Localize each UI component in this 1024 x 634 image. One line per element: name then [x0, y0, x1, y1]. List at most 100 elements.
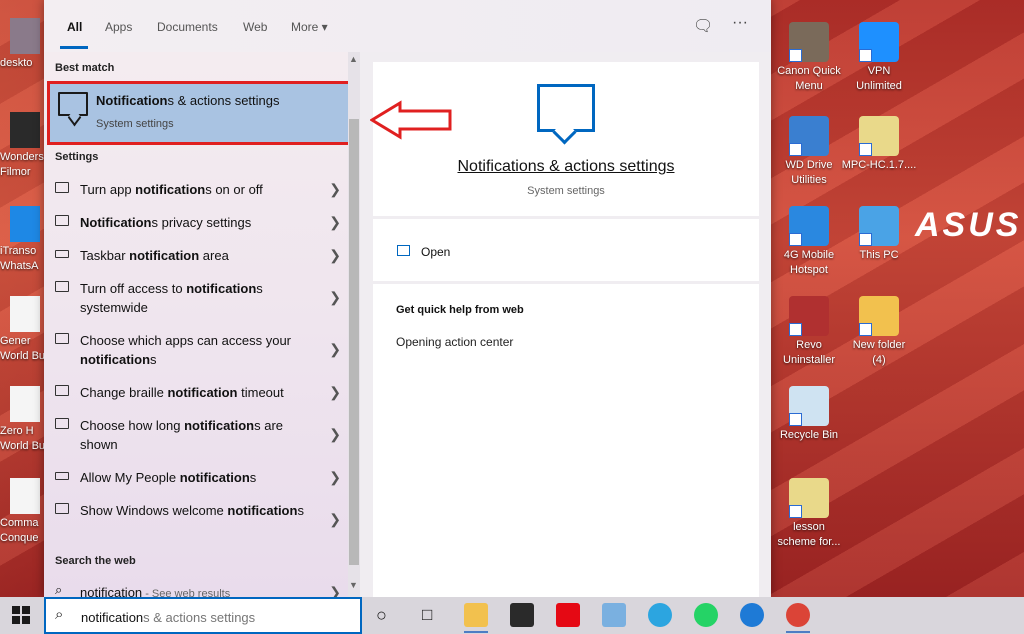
- app-icon: [859, 296, 899, 336]
- more-options-button[interactable]: ···: [732, 14, 748, 32]
- desktop-icon-label: World Bu: [0, 440, 44, 452]
- settings-result-label: Allow My People notifications: [80, 470, 257, 485]
- preview-pane: Notifications & actions settings System …: [373, 62, 759, 597]
- desktop-icon[interactable]: lesson scheme for...: [769, 478, 849, 550]
- scroll-down-icon[interactable]: ▼: [349, 580, 358, 590]
- tab-all[interactable]: All: [67, 20, 82, 34]
- notification-icon: [55, 182, 69, 193]
- desktop-icon[interactable]: Comma Conque: [0, 478, 44, 546]
- best-match-subtitle: System settings: [96, 118, 174, 130]
- desktop-icon[interactable]: Canon Quick Menu: [769, 22, 849, 94]
- settings-result[interactable]: Choose which apps can access your notifi…: [44, 331, 349, 369]
- whatsapp-icon[interactable]: [694, 603, 718, 627]
- file-explorer-icon[interactable]: [464, 603, 488, 627]
- settings-result[interactable]: Taskbar notification area ❯: [44, 246, 349, 265]
- desktop-icon-label: Filmor: [0, 166, 31, 178]
- active-tab-indicator: [60, 46, 88, 49]
- store-icon[interactable]: [510, 603, 534, 627]
- tab-web[interactable]: Web: [243, 20, 267, 34]
- desktop-icon[interactable]: MPC-HC.1.7....: [839, 116, 919, 173]
- desktop-icon[interactable]: This PC: [839, 206, 919, 263]
- web-help-link[interactable]: Opening action center: [396, 335, 513, 349]
- red-arrow-annotation: [370, 100, 452, 140]
- preview-subtitle: System settings: [527, 185, 605, 197]
- app-icon: [859, 116, 899, 156]
- desktop-icon-label: Canon Quick: [777, 65, 841, 77]
- desktop-icon-label: MPC-HC.1.7....: [841, 159, 917, 171]
- desktop-icon[interactable]: Zero H World Bu: [0, 386, 44, 454]
- chrome-icon[interactable]: [786, 603, 810, 627]
- desktop-icon[interactable]: Wonders Filmor: [0, 112, 44, 180]
- settings-result[interactable]: Change braille notification timeout ❯: [44, 383, 349, 402]
- desktop-icon[interactable]: Recycle Bin: [769, 386, 849, 443]
- open-card[interactable]: Open: [373, 219, 759, 281]
- app-icon: [789, 22, 829, 62]
- tab-apps[interactable]: Apps: [105, 20, 132, 34]
- taskbar-icon: [55, 250, 69, 258]
- app-icon: [10, 18, 40, 54]
- best-match-result[interactable]: Notifications & actions settings System …: [47, 81, 352, 145]
- desktop-icon-label: Gener: [0, 335, 31, 347]
- feedback-icon[interactable]: 🗨: [693, 16, 713, 36]
- desktop-icon[interactable]: iTranso WhatsA: [0, 206, 44, 274]
- chevron-right-icon: ❯: [329, 341, 341, 357]
- settings-result-label: Choose which apps can access your notifi…: [80, 333, 292, 367]
- desktop-icon[interactable]: WD Drive Utilities: [769, 116, 849, 188]
- desktop-icon[interactable]: Revo Uninstaller: [769, 296, 849, 368]
- running-indicator: [464, 631, 488, 633]
- taskbar-icon: [55, 472, 69, 480]
- settings-result[interactable]: Choose how long notifications are shown ❯: [44, 416, 349, 454]
- desktop-icon-label: 4G Mobile: [783, 249, 835, 261]
- search-tabs-bar: All Apps Documents Web More ▾ 🗨 ···: [44, 0, 771, 52]
- desktop-icon[interactable]: New folder (4): [839, 296, 919, 368]
- app-icon: [859, 22, 899, 62]
- paint-icon[interactable]: [602, 603, 626, 627]
- telegram-icon[interactable]: [648, 603, 672, 627]
- chevron-right-icon: ❯: [329, 247, 341, 263]
- desktop-icon-label: iTranso: [0, 245, 37, 257]
- app-icon: [789, 296, 829, 336]
- settings-result-label: Turn off access to notifications systemw…: [80, 281, 263, 315]
- web-heading: Search the web: [55, 555, 136, 567]
- netflix-icon[interactable]: [556, 603, 580, 627]
- desktop-icon-label: Recycle Bin: [779, 429, 839, 441]
- search-query[interactable]: notifications & actions settings: [81, 610, 255, 625]
- search-icon: ⌕: [55, 606, 64, 623]
- scrollbar-thumb[interactable]: [349, 119, 359, 565]
- tab-documents[interactable]: Documents: [157, 20, 218, 34]
- app-icon: [789, 116, 829, 156]
- chevron-right-icon: ❯: [329, 584, 341, 597]
- running-indicator: [786, 631, 810, 633]
- edge-icon[interactable]: [740, 603, 764, 627]
- results-pane: Best match Notifications & actions setti…: [44, 52, 360, 597]
- desktop-icon[interactable]: VPN Unlimited: [839, 22, 919, 94]
- open-action[interactable]: Open: [421, 245, 450, 259]
- task-view-icon[interactable]: □: [422, 605, 432, 625]
- desktop-icon[interactable]: Gener World Bu: [0, 296, 44, 364]
- desktop-icon-label: Menu: [795, 80, 823, 92]
- app-icon: [10, 386, 40, 422]
- search-icon: ⌕: [55, 582, 63, 597]
- settings-result[interactable]: Turn off access to notifications systemw…: [44, 279, 349, 317]
- open-icon: [397, 245, 410, 256]
- settings-result[interactable]: Show Windows welcome notifications ❯: [44, 501, 349, 539]
- settings-result[interactable]: Notifications privacy settings ❯: [44, 213, 349, 232]
- desktop-icon-label: World Bu: [0, 350, 44, 362]
- settings-result[interactable]: Allow My People notifications ❯: [44, 468, 349, 487]
- chevron-right-icon: ❯: [329, 426, 341, 442]
- notification-icon: [55, 215, 69, 226]
- scroll-up-icon[interactable]: ▲: [349, 54, 358, 64]
- app-icon: [10, 296, 40, 332]
- tab-more[interactable]: More ▾: [291, 20, 328, 34]
- desktop-icon[interactable]: deskto: [0, 18, 44, 71]
- start-button[interactable]: [12, 606, 30, 624]
- desktop-icon-label: WhatsA: [0, 260, 39, 272]
- monitor-icon: [55, 503, 69, 514]
- preview-title[interactable]: Notifications & actions settings: [373, 158, 759, 176]
- taskbar-search-box[interactable]: ⌕ notifications & actions settings: [44, 597, 362, 634]
- settings-result-label: Notifications privacy settings: [80, 215, 252, 230]
- desktop-icon[interactable]: 4G Mobile Hotspot: [769, 206, 849, 278]
- cortana-icon[interactable]: ○: [376, 605, 387, 626]
- settings-result[interactable]: Turn app notifications on or off ❯: [44, 180, 349, 199]
- chevron-right-icon: ❯: [329, 384, 341, 400]
